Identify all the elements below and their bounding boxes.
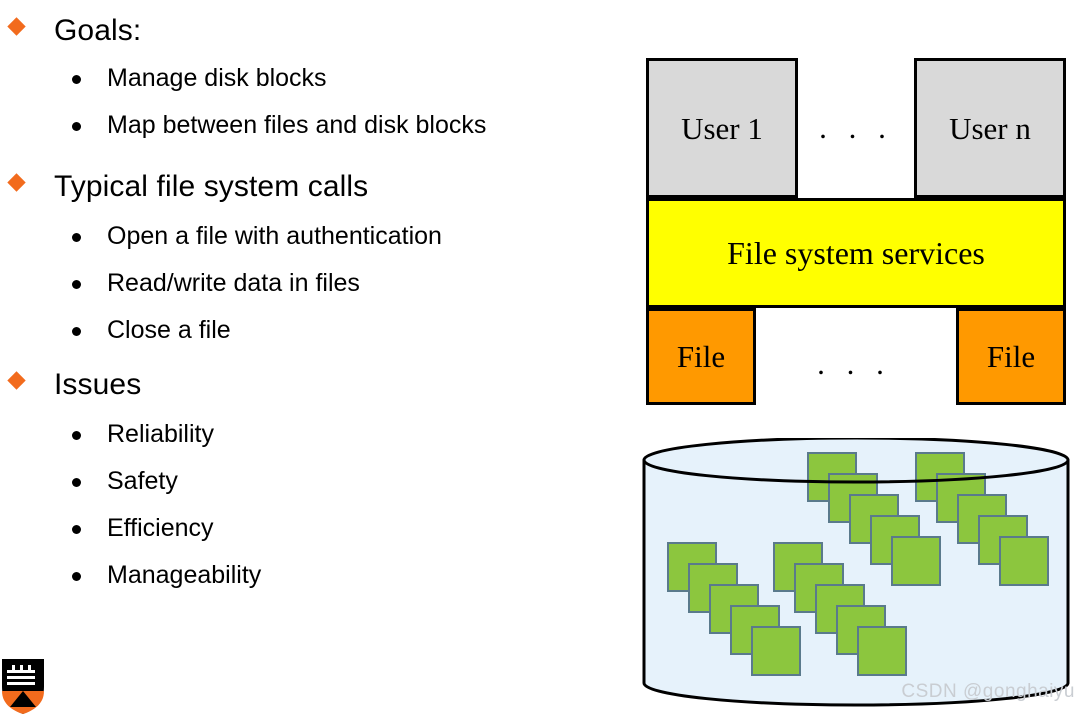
file-right-label: File	[986, 339, 1036, 374]
disk-block	[857, 626, 907, 676]
file-system-services-label: File system services	[727, 235, 985, 271]
disk-block	[751, 626, 801, 676]
file-right-box: File	[956, 308, 1066, 405]
bullet-item-safety: Safety	[72, 467, 178, 496]
bullet-label: Read/write data in files	[107, 269, 360, 297]
bullet-label: Safety	[107, 467, 178, 495]
user-1-label: User 1	[681, 110, 763, 146]
bullet-item-typical-calls: Typical file system calls	[7, 170, 369, 204]
bullet-item-manageability: Manageability	[72, 561, 261, 590]
princeton-shield-logo	[0, 657, 46, 715]
bullet-item-reliability: Reliability	[72, 420, 214, 449]
file-left-box: File	[646, 308, 756, 405]
bullet-label: Manage disk blocks	[107, 64, 327, 92]
bullet-label: Efficiency	[107, 514, 214, 542]
file-ellipsis-label: . . .	[817, 346, 891, 381]
bullet-item-goals: Goals:	[7, 14, 142, 48]
bullet-label: Map between files and disk blocks	[107, 111, 487, 139]
bullet-label: Issues	[54, 368, 142, 401]
bullet-label: Goals:	[54, 14, 142, 47]
bullet-item-read-write: Read/write data in files	[72, 269, 360, 298]
file-system-services-box: File system services	[646, 198, 1066, 308]
file-left-label: File	[676, 339, 726, 374]
user-n-label: User n	[949, 110, 1031, 146]
user-1-box: User 1	[646, 58, 798, 198]
bullet-item-close-file: Close a file	[72, 316, 231, 345]
user-ellipsis-label: . . .	[819, 110, 893, 145]
bullet-label: Close a file	[107, 316, 231, 344]
bullet-item-issues: Issues	[7, 368, 142, 402]
disk-block	[999, 536, 1049, 586]
disk-block	[891, 536, 941, 586]
bullet-item-open-file: Open a file with authentication	[72, 222, 442, 251]
file-system-stack-diagram: User 1 . . . User n File system services…	[644, 58, 1068, 408]
bullet-item-efficiency: Efficiency	[72, 514, 214, 543]
bullet-label: Open a file with authentication	[107, 222, 442, 250]
bullet-label: Reliability	[107, 420, 214, 448]
bullet-label: Manageability	[107, 561, 262, 589]
bullet-item-map-files: Map between files and disk blocks	[72, 111, 486, 140]
bullet-list: Goals: Manage disk blocks Map between fi…	[0, 0, 640, 640]
bullet-label: Typical file system calls	[54, 170, 369, 203]
disk-cylinder-diagram	[640, 438, 1072, 715]
disk-cylinder-svg	[642, 438, 1070, 707]
shield-icon	[2, 659, 44, 714]
user-n-box: User n	[914, 58, 1066, 198]
bullet-item-manage-disk-blocks: Manage disk blocks	[72, 64, 327, 93]
